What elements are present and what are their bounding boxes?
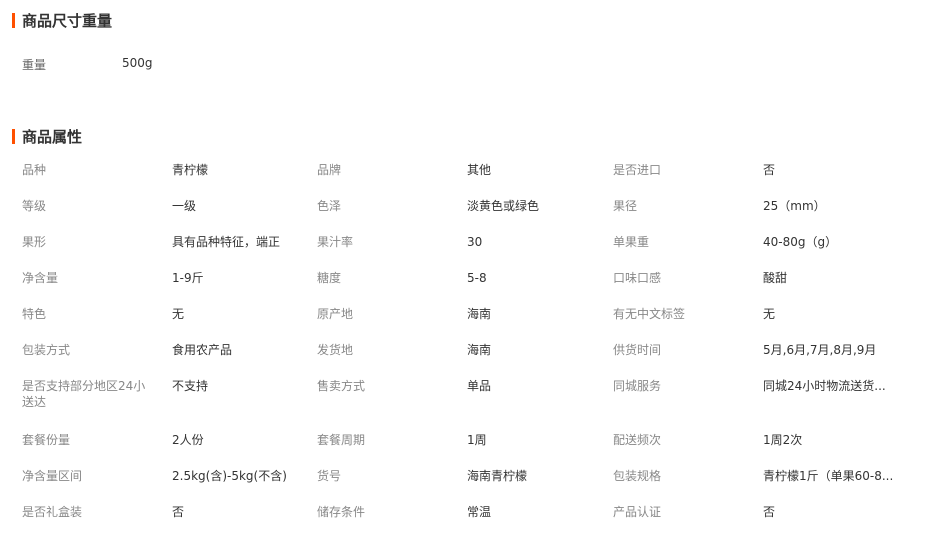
attr-value: 青柠檬1斤（单果60-8... [763,469,894,483]
attr-value: 2人份 [172,433,204,447]
attr-label: 套餐份量 [22,433,71,447]
attr-label: 品牌 [317,163,342,177]
attr-label: 果形 [22,235,47,249]
attr-label: 原产地 [317,307,354,321]
attr-value: 具有品种特征，端正 [172,235,281,249]
attr-label: 是否进口 [613,163,662,177]
attr-value: 无 [763,307,776,321]
attr-label: 产品认证 [613,505,662,519]
attr-label: 果径 [613,199,638,213]
attr-value: 海南 [467,343,492,357]
attr-value: 常温 [467,505,492,519]
attr-label: 特色 [22,307,47,321]
attr-label: 糖度 [317,271,342,285]
attr-value: 食用农产品 [172,343,233,357]
attr-label: 有无中文标签 [613,307,686,321]
attr-value: 海南青柠檬 [467,469,528,483]
attr-value: 否 [172,505,185,519]
attr-value: 酸甜 [763,271,788,285]
attr-label: 同城服务 [613,379,662,393]
attr-label: 套餐周期 [317,433,366,447]
attr-label: 口味口感 [613,271,662,285]
attr-label: 售卖方式 [317,379,366,393]
attr-value: 否 [763,163,776,177]
attr-value: 30 [467,235,483,249]
attr-value: 1-9斤 [172,271,204,285]
attr-value: 无 [172,307,185,321]
attributes-table: 品种 青柠檬 品牌 其他 是否进口否等级 一级 色泽 淡黄色或绿色 果径 25（mm） 果形 具有品种… [0,0,936,540]
attr-label: 品种 [22,163,47,177]
attr-value: 否 [763,505,776,519]
attr-label: 色泽 [317,199,342,213]
attr-value: 海南 [467,307,492,321]
attr-value: 淡黄色或绿色 [467,199,540,213]
attr-label: 等级 [22,199,47,213]
attr-value: 青柠檬 [172,163,209,177]
attr-label: 发货地 [317,343,354,357]
attr-value: 5月,6月,7月,8月,9月 [763,343,877,357]
attr-label: 是否礼盒装 [22,505,83,519]
attr-label: 单果重 [613,235,650,249]
attr-value: 5-8 [467,271,487,285]
attr-value: 25（mm） [763,199,826,213]
attr-value: 1周2次 [763,433,803,447]
attr-value: 同城24小时物流送货... [763,379,886,393]
attr-value: 40-80g（g） [763,235,838,249]
attr-label: 包装规格 [613,469,662,483]
attr-label: 储存条件 [317,505,366,519]
attr-value: 2.5kg(含)-5kg(不含) [172,469,287,483]
attr-value: 1周 [467,433,487,447]
attr-label: 净含量 [22,271,59,285]
attr-value: 不支持 [172,379,209,393]
attr-label: 供货时间 [613,343,662,357]
attr-label: 净含量区间 [22,469,83,483]
attr-label: 果汁率 [317,235,354,249]
attr-label: 配送频次 [613,433,662,447]
attr-value: 单品 [467,379,492,393]
attr-label: 是否支持部分地区24小送达 [22,379,146,409]
attr-value: 一级 [172,199,197,213]
attr-label: 货号 [317,469,342,483]
attr-label: 包装方式 [22,343,71,357]
attr-value: 其他 [467,163,492,177]
